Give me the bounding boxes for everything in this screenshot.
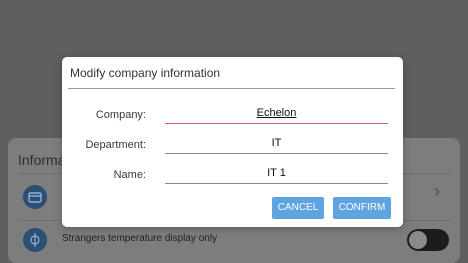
department-input[interactable]: IT — [165, 135, 388, 154]
department-value: IT — [271, 137, 282, 149]
cancel-button[interactable]: CANCEL — [272, 197, 324, 219]
dialog-title: Modify company information — [70, 66, 221, 80]
name-label: Name: — [113, 169, 146, 181]
card-icon — [23, 185, 47, 209]
temperature-toggle[interactable] — [407, 229, 449, 251]
chevron-right-icon[interactable]: › — [434, 182, 440, 200]
section-title: Informa — [18, 152, 66, 168]
modify-company-dialog: Modify company information Company: Eche… — [62, 57, 403, 227]
temperature-icon — [23, 228, 47, 252]
title-divider — [68, 88, 395, 89]
department-label: Department: — [85, 139, 146, 151]
company-value: Echelon — [256, 107, 297, 119]
company-input[interactable]: Echelon — [165, 105, 388, 124]
toggle-row-label: Strangers temperature display only — [62, 233, 218, 244]
toggle-knob — [409, 231, 427, 249]
confirm-button[interactable]: CONFIRM — [333, 197, 391, 219]
name-input[interactable]: IT 1 — [165, 165, 388, 184]
company-label: Company: — [95, 109, 146, 121]
name-value: IT 1 — [267, 167, 286, 179]
